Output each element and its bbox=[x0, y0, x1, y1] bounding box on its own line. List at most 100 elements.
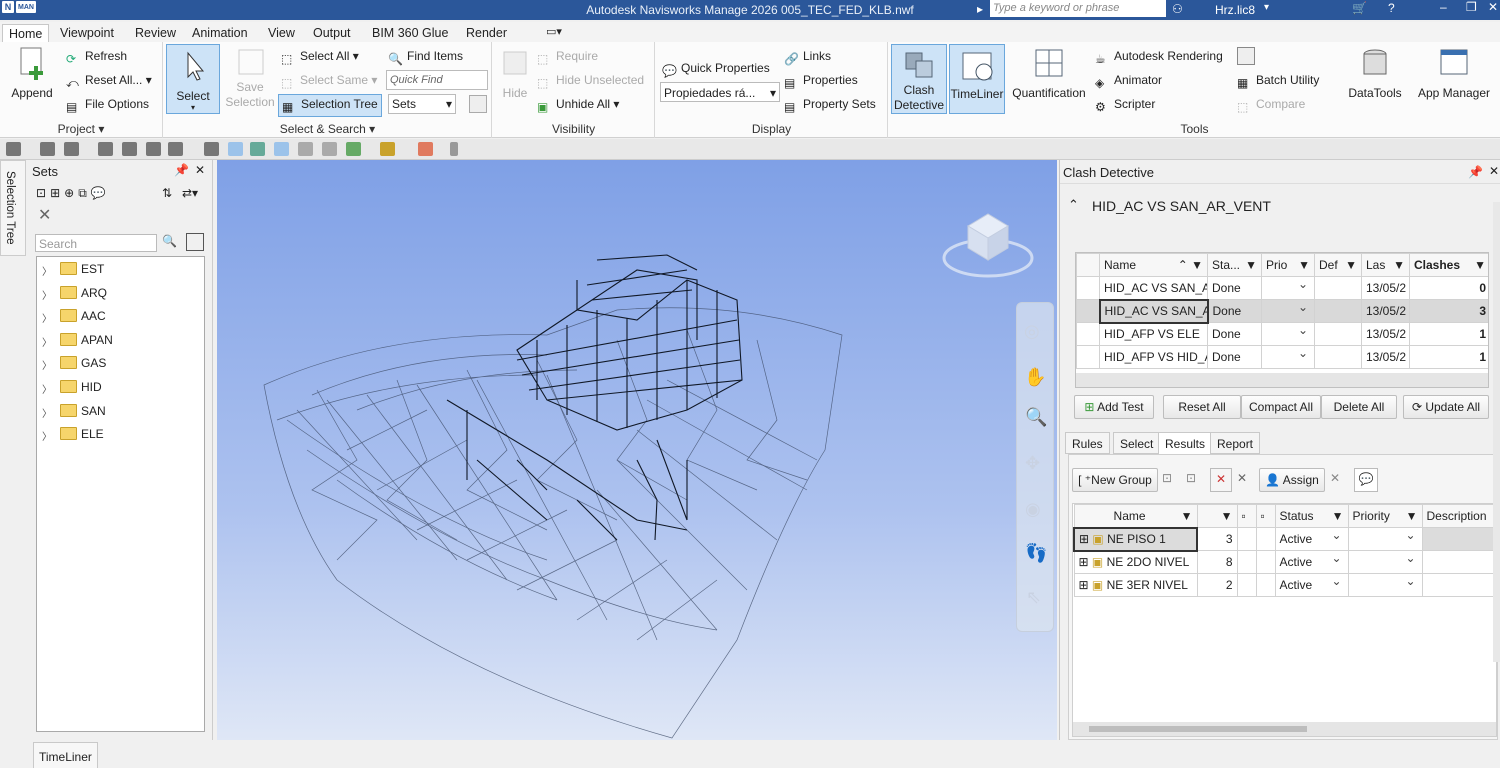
new-group-button[interactable]: [ ⁺New Group bbox=[1072, 468, 1158, 492]
measure-icon[interactable] bbox=[380, 142, 395, 156]
list-item[interactable]: 〉 EST bbox=[37, 258, 205, 281]
expand-icon[interactable]: 〉 bbox=[42, 310, 52, 325]
table-row[interactable]: HID_AFP VS ELEDone 13/05/21 bbox=[1076, 322, 1488, 346]
priority-dropdown[interactable] bbox=[1347, 527, 1423, 551]
steering-wheel-icon[interactable]: ◎ bbox=[1024, 321, 1040, 342]
tests-horizontal-scrollbar[interactable] bbox=[1076, 373, 1488, 387]
viewcube[interactable] bbox=[942, 200, 1034, 282]
delete-all-button[interactable]: Delete All bbox=[1321, 395, 1397, 419]
import-export-icon[interactable]: ⇄▾ bbox=[182, 186, 198, 200]
column-header-status[interactable]: Sta... ▼ bbox=[1207, 253, 1262, 277]
save-selection-button[interactable]: Save Selection bbox=[224, 46, 276, 110]
pin-icon[interactable]: 📌 bbox=[1468, 165, 1483, 179]
help-search-input[interactable]: Type a keyword or phrase bbox=[990, 0, 1166, 17]
status-dropdown[interactable]: Active bbox=[1274, 550, 1349, 574]
test-name-cell[interactable]: HID_AC VS SAN_AI bbox=[1099, 276, 1208, 300]
table-row[interactable]: ⊞ ▣ NE 2DO NIVEL 8 Active bbox=[1073, 550, 1496, 574]
list-item[interactable]: 〉 GAS bbox=[37, 352, 205, 375]
property-sets-button[interactable]: ▤ Property Sets bbox=[784, 97, 876, 114]
tab-output[interactable]: Output bbox=[307, 24, 357, 42]
expand-icon[interactable]: 〉 bbox=[42, 381, 52, 396]
column-header-description[interactable]: Description bbox=[1421, 504, 1496, 528]
expand-icon[interactable]: 〉 bbox=[42, 287, 52, 302]
search-arrow-icon[interactable]: ▸ bbox=[977, 2, 983, 16]
column-header-name[interactable]: Name ⌃ ▼ bbox=[1099, 253, 1208, 277]
reset-all-button[interactable]: ⤺ Reset All... ▾ bbox=[66, 73, 152, 90]
sort-icon[interactable]: ⇅ bbox=[162, 186, 172, 200]
tab-review[interactable]: Review bbox=[129, 24, 182, 42]
pan-hand-icon[interactable]: ✋ bbox=[1024, 367, 1046, 388]
tab-view[interactable]: View bbox=[262, 24, 301, 42]
table-row[interactable]: HID_AFP VS HID_ADone 13/05/21 bbox=[1076, 345, 1488, 369]
description-cell[interactable] bbox=[1421, 550, 1496, 574]
column-header-priority[interactable]: Prio ▼ bbox=[1261, 253, 1315, 277]
select-nav-icon[interactable]: ⇖ bbox=[1026, 587, 1041, 608]
column-header-clashes[interactable]: Clashes ▼ bbox=[1409, 253, 1488, 277]
minimize-icon[interactable]: – bbox=[1440, 0, 1447, 14]
new-folder-icon[interactable]: ⊕ bbox=[64, 186, 74, 204]
test-priority-dropdown[interactable] bbox=[1261, 276, 1315, 300]
links-button[interactable]: 🔗 Links bbox=[784, 49, 831, 66]
tab-report[interactable]: Report bbox=[1210, 432, 1261, 454]
save-selection-set-icon[interactable]: ⊞ bbox=[50, 186, 60, 204]
duplicate-icon[interactable]: ⧉ bbox=[78, 186, 87, 204]
description-cell[interactable] bbox=[1421, 573, 1496, 597]
expand-icon[interactable]: ⊞ bbox=[1079, 555, 1089, 569]
select-button[interactable]: Select ▾ bbox=[166, 44, 220, 114]
user-name[interactable]: Hrz.lic8 bbox=[1215, 3, 1255, 17]
sets-dropdown[interactable]: Sets ▾ bbox=[388, 94, 456, 114]
sets-options-icon[interactable] bbox=[186, 233, 204, 251]
expand-icon[interactable]: 〉 bbox=[42, 405, 52, 420]
propiedades-dropdown[interactable]: Propiedades rá... ▾ bbox=[660, 82, 780, 102]
column-header-name[interactable]: Name ▼ bbox=[1073, 504, 1198, 528]
remove-from-group-icon[interactable]: ✕ bbox=[1210, 468, 1232, 492]
orbit-icon[interactable]: ✥ bbox=[1025, 453, 1040, 474]
hide-unselected-button[interactable]: ⬚ Hide Unselected bbox=[537, 73, 644, 90]
tab-render[interactable]: Render bbox=[460, 24, 513, 42]
help-icon[interactable]: ? bbox=[1388, 1, 1395, 15]
refresh-button[interactable]: ⟳ Refresh bbox=[66, 49, 127, 66]
properties-button[interactable]: ▤ Properties bbox=[784, 73, 858, 90]
group-selected-icon[interactable]: ⊡ bbox=[1162, 471, 1172, 485]
clash-detective-button[interactable]: Clash Detective bbox=[891, 44, 947, 114]
column-header-status[interactable]: Status ▼ bbox=[1274, 504, 1349, 528]
selection-tree-side-tab[interactable]: Selection Tree bbox=[0, 160, 26, 256]
list-item[interactable]: 〉 ELE bbox=[37, 423, 205, 446]
datatools-button[interactable]: DataTools bbox=[1345, 46, 1405, 100]
tab-home[interactable]: Home bbox=[2, 24, 50, 42]
column-header-count[interactable]: ▼ bbox=[1196, 504, 1238, 528]
expand-icon[interactable]: 〉 bbox=[42, 334, 52, 349]
select-tool-icon[interactable] bbox=[228, 142, 243, 156]
look-icon[interactable]: ◉ bbox=[1025, 499, 1041, 520]
column-header-def[interactable]: Def ▼ bbox=[1314, 253, 1362, 277]
column-header-last[interactable]: Las ▼ bbox=[1361, 253, 1410, 277]
test-name-cell[interactable]: HID_AFP VS ELE bbox=[1099, 322, 1208, 346]
new-file-icon[interactable] bbox=[40, 142, 55, 156]
tab-rules[interactable]: Rules bbox=[1065, 432, 1110, 454]
user-icon[interactable]: ⚇ bbox=[1172, 2, 1183, 16]
add-test-button[interactable]: ⊞ Add Test bbox=[1074, 395, 1154, 419]
column-header-priority[interactable]: Priority ▼ bbox=[1347, 504, 1423, 528]
print-icon[interactable] bbox=[122, 142, 137, 156]
results-horizontal-scrollbar[interactable] bbox=[1073, 722, 1496, 736]
test-priority-dropdown[interactable] bbox=[1261, 345, 1315, 369]
tab-animation[interactable]: Animation bbox=[186, 24, 254, 42]
search-icon[interactable]: 🔍 bbox=[162, 234, 177, 248]
maximize-icon[interactable]: ❐ bbox=[1466, 0, 1477, 14]
app-manager-button[interactable]: App Manager bbox=[1413, 46, 1495, 100]
list-item[interactable]: 〉 AAC bbox=[37, 305, 205, 328]
select-same-button[interactable]: ⬚ Select Same ▾ bbox=[281, 73, 377, 90]
manage-sets-icon[interactable] bbox=[469, 95, 487, 113]
zoom-icon[interactable]: 🔍 bbox=[1025, 407, 1047, 428]
walk-icon[interactable]: 👣 bbox=[1025, 543, 1047, 564]
undo-icon[interactable] bbox=[146, 142, 161, 156]
description-cell[interactable] bbox=[1421, 527, 1496, 551]
close-window-icon[interactable]: ✕ bbox=[1488, 0, 1498, 14]
animator-button[interactable]: ◈ Animator bbox=[1095, 73, 1162, 90]
redline-icon[interactable] bbox=[418, 142, 433, 156]
find-items-button[interactable]: 🔍 Find Items bbox=[388, 49, 463, 66]
appearance-profiler-icon[interactable] bbox=[1237, 47, 1255, 65]
list-item[interactable]: 〉 SAN bbox=[37, 400, 205, 423]
explode-group-icon[interactable]: ⊡ bbox=[1186, 471, 1196, 485]
panel-scrollbar[interactable] bbox=[1493, 202, 1500, 662]
